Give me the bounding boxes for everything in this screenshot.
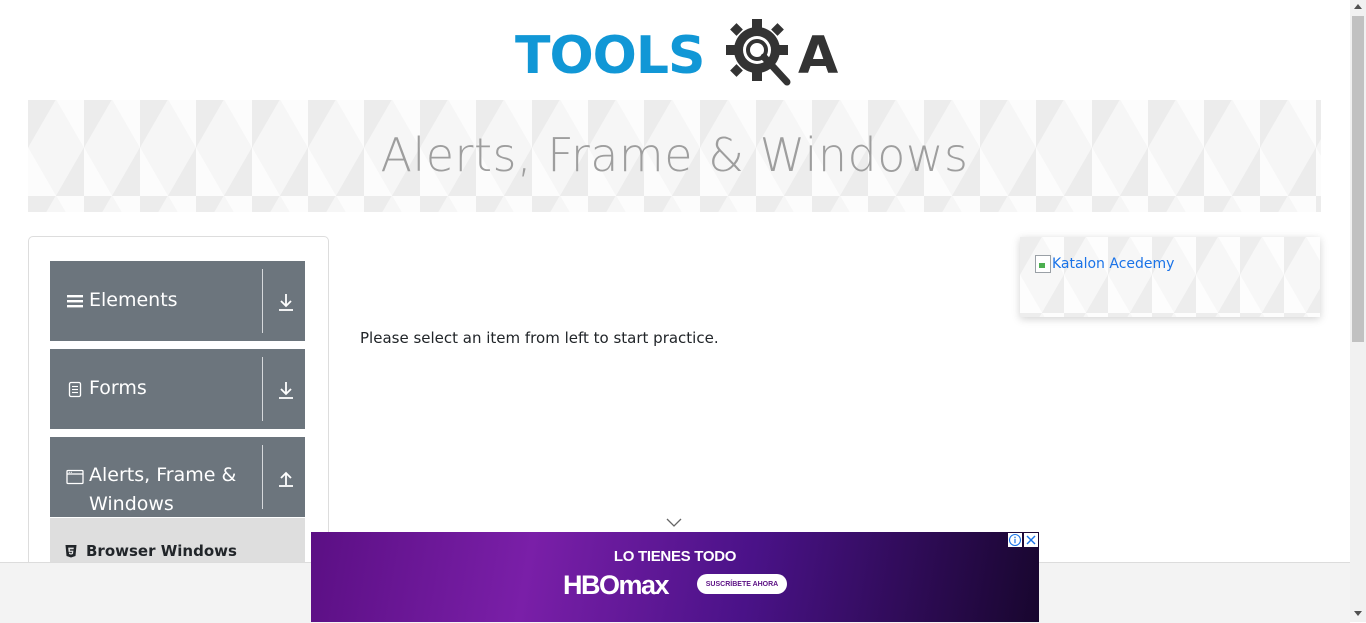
- info-icon[interactable]: [1008, 533, 1022, 547]
- hamburger-icon: [67, 295, 83, 308]
- scroll-down-arrow-icon[interactable]: [1354, 611, 1362, 616]
- sidebar-group-label: Forms: [89, 377, 147, 399]
- toolsqa-logo[interactable]: TOOLS A: [515, 14, 840, 92]
- divider: [262, 269, 263, 333]
- document-icon: [68, 381, 82, 398]
- page-title: Alerts, Frame & Windows: [380, 128, 969, 182]
- scrollbar-thumb[interactable]: [1352, 16, 1364, 342]
- ad-headline: LO TIENES TODO: [613, 548, 737, 565]
- practice-instruction: Please select an item from left to start…: [360, 329, 719, 347]
- window-icon: [66, 469, 84, 485]
- logo-suffix: A: [798, 26, 839, 86]
- close-icon[interactable]: [1024, 533, 1038, 547]
- sidebar-group-elements[interactable]: Elements: [50, 261, 305, 341]
- broken-image[interactable]: Katalon Acedemy: [1035, 255, 1174, 273]
- chevron-down-icon[interactable]: [666, 518, 682, 528]
- divider: [262, 445, 263, 509]
- ad-brand-logo: HBOmax: [563, 570, 670, 600]
- logo-text: TOOLS: [515, 26, 705, 86]
- sidebar-group-label: Elements: [89, 289, 178, 311]
- sidebar-group-label: Alerts, Frame & Windows: [89, 464, 237, 515]
- vertical-scrollbar[interactable]: [1350, 0, 1366, 622]
- download-arrow-icon[interactable]: [276, 380, 296, 400]
- hbomax-ad[interactable]: LO TIENES TODO HBOmax SUSCRÍBETE AHORA: [311, 532, 1039, 622]
- katalon-ad[interactable]: Katalon Acedemy: [1020, 237, 1320, 317]
- sidebar-item-browser-windows[interactable]: Browser Windows: [64, 540, 237, 562]
- ad-alt-text: Katalon Acedemy: [1052, 256, 1175, 272]
- ad-subscribe-button[interactable]: SUSCRÍBETE AHORA: [697, 574, 787, 594]
- sidebar-group-alerts-frame-windows[interactable]: Alerts, Frame & Windows: [50, 437, 305, 517]
- scroll-up-arrow-icon[interactable]: [1354, 4, 1362, 9]
- download-arrow-icon[interactable]: [276, 292, 296, 312]
- page-banner: Alerts, Frame & Windows: [28, 100, 1321, 212]
- upload-arrow-icon[interactable]: [276, 468, 296, 488]
- broken-image-icon: [1035, 255, 1051, 273]
- gear-magnifier-icon: [726, 19, 791, 86]
- html5-icon: [65, 545, 77, 558]
- sidebar-item-label: Browser Windows: [86, 542, 237, 560]
- left-panel: Elements Forms Alerts, Frame & Windows B…: [28, 236, 329, 578]
- sidebar-group-forms[interactable]: Forms: [50, 349, 305, 429]
- divider: [262, 357, 263, 421]
